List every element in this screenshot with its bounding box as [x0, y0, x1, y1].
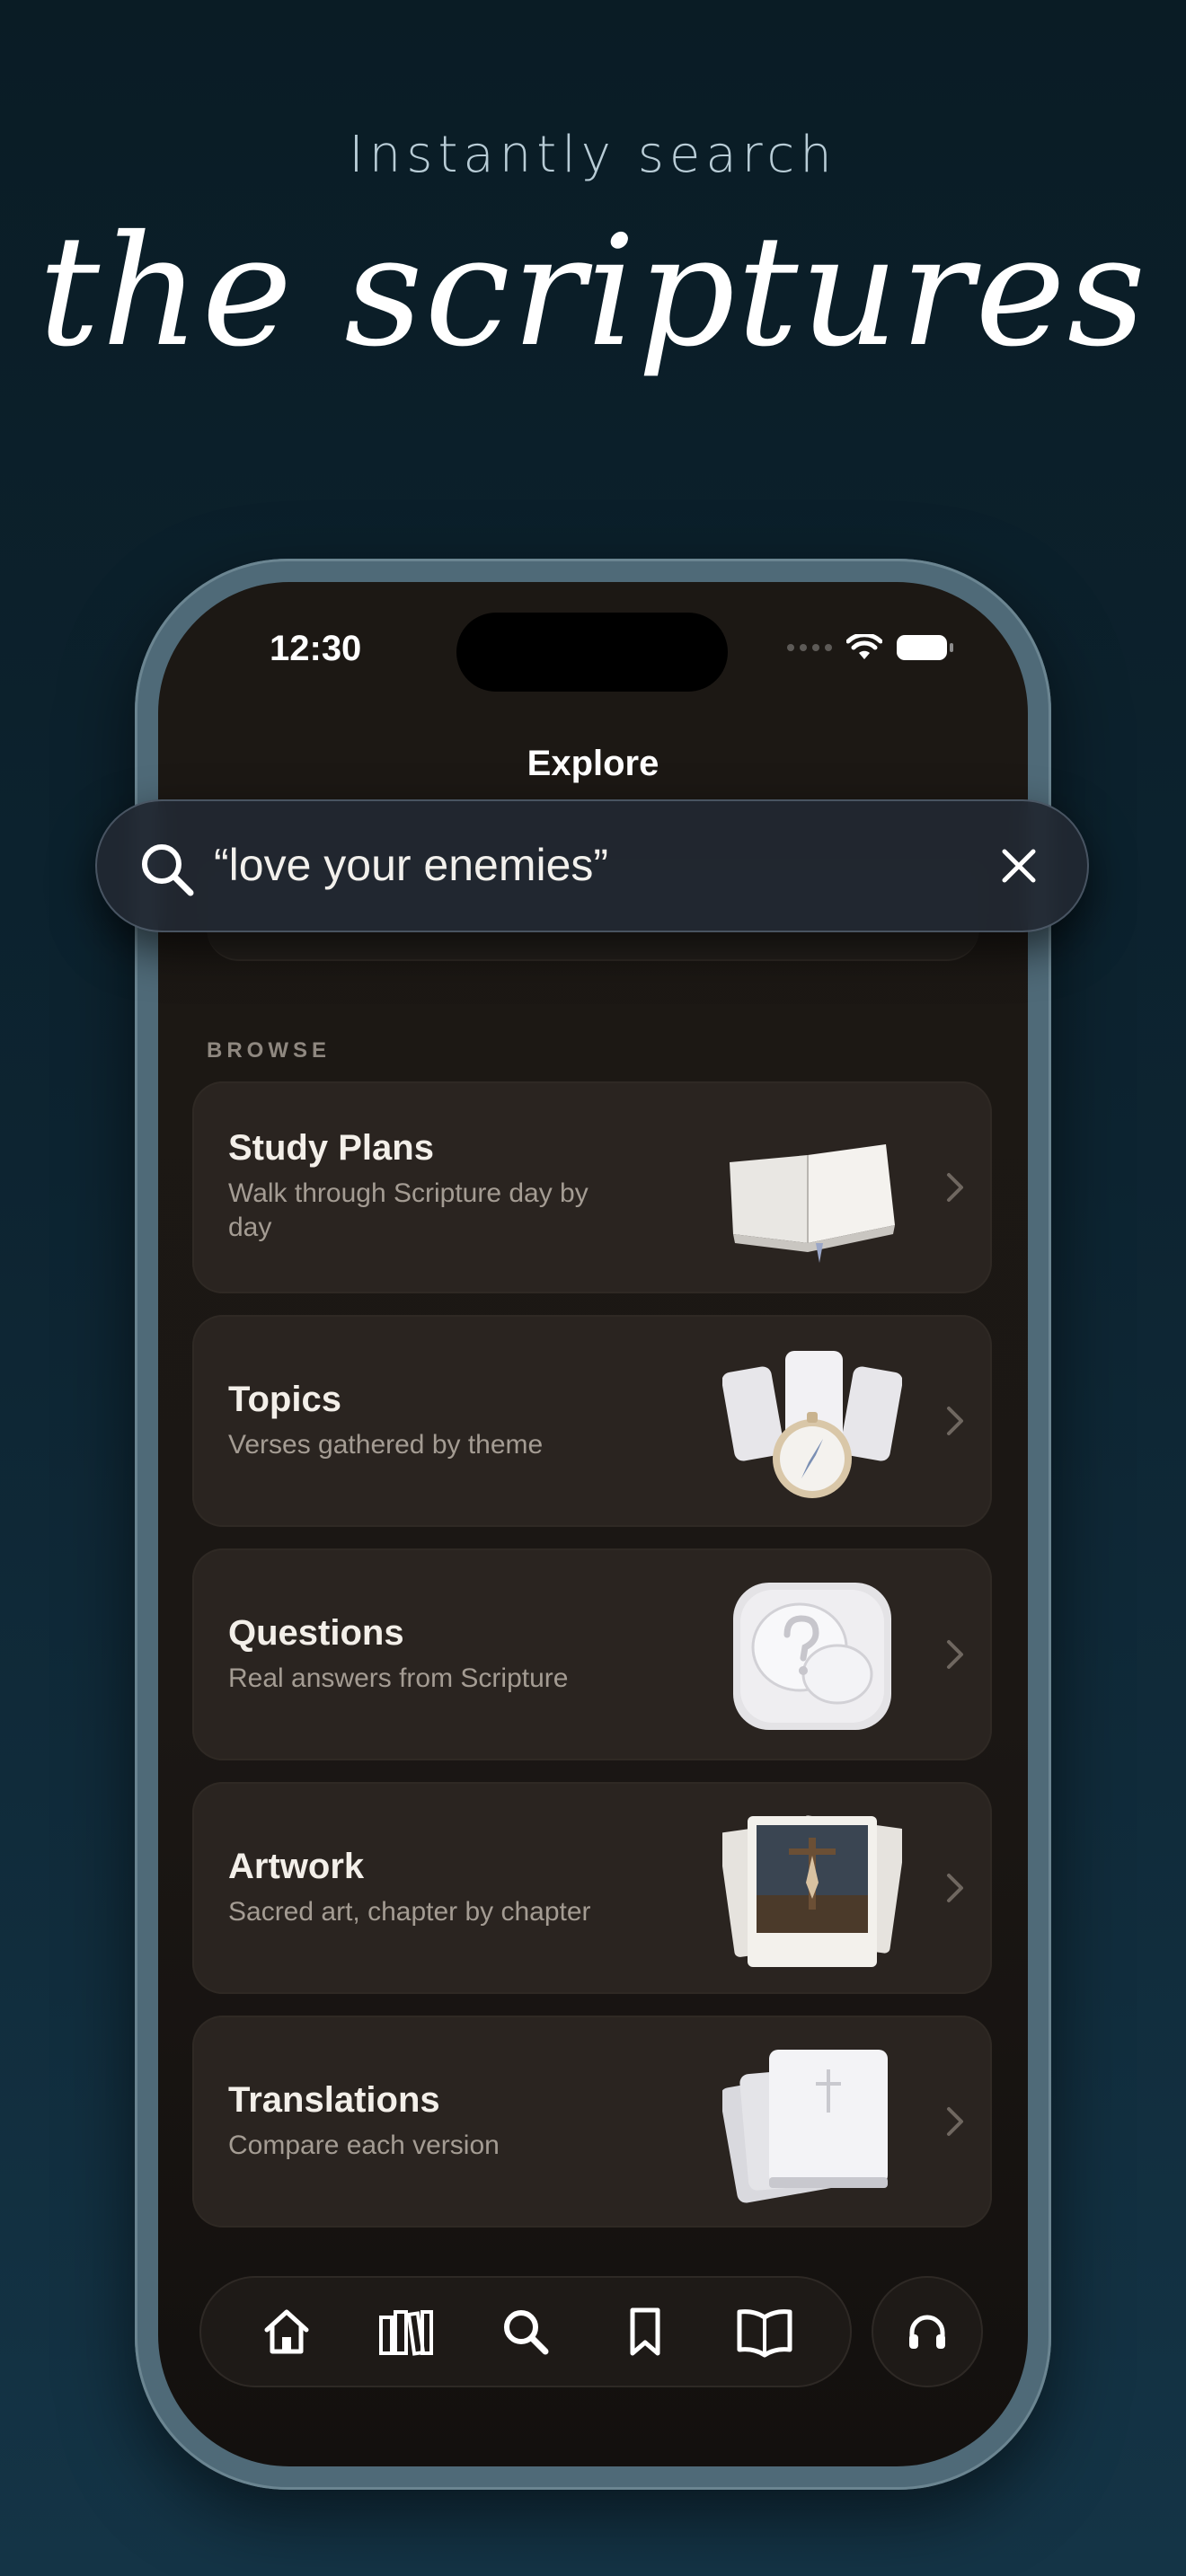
browse-card-topics[interactable]: Topics Verses gathered by theme [192, 1315, 992, 1527]
open-book-icon [730, 1144, 895, 1263]
battery-icon [897, 635, 953, 660]
book-icon [737, 2309, 792, 2358]
status-time: 12:30 [270, 629, 362, 668]
wifi-icon [846, 634, 882, 659]
chevron-right-icon [947, 1640, 963, 1669]
audio-button[interactable] [872, 2276, 983, 2387]
status-icons [787, 634, 953, 661]
page-title: Explore [527, 744, 659, 783]
browse-card-translations[interactable]: Translations Compare each version [192, 2016, 992, 2228]
card-subtitle: Sacred art, chapter by chapter [228, 1897, 591, 1927]
card-title: Study Plans [228, 1128, 434, 1168]
browse-card-artwork[interactable]: Artwork Sacred art, chapter by chapter [192, 1782, 992, 1994]
photo-frames-icon [722, 1815, 902, 1967]
card-subtitle: Real answers from Scripture [228, 1663, 569, 1693]
stacked-bibles-icon [722, 2050, 888, 2203]
search-icon [142, 844, 194, 896]
close-icon[interactable] [999, 846, 1039, 886]
card-subtitle: Walk through Scripture day by day [228, 1178, 589, 1242]
chevron-right-icon [947, 1173, 963, 1202]
card-title: Artwork [228, 1847, 365, 1886]
tab-search[interactable] [497, 2303, 554, 2360]
search-input[interactable] [214, 839, 933, 891]
card-title: Questions [228, 1613, 404, 1653]
dynamic-island [456, 613, 728, 692]
card-title: Topics [228, 1380, 341, 1419]
search-icon [503, 2310, 549, 2355]
tab-home[interactable] [258, 2303, 315, 2360]
cellular-signal-icon [787, 644, 832, 651]
tab-bookmarks[interactable] [616, 2303, 674, 2360]
card-subtitle: Compare each version [228, 2130, 500, 2160]
library-icon [378, 2310, 433, 2356]
tab-library[interactable] [377, 2303, 435, 2360]
chevron-right-icon [947, 2107, 963, 2136]
browse-card-questions[interactable]: Questions Real answers from Scripture [192, 1548, 992, 1760]
home-icon [264, 2309, 309, 2354]
compass-cards-icon [722, 1351, 902, 1498]
chevron-right-icon [947, 1407, 963, 1435]
card-subtitle: Verses gathered by theme [228, 1430, 544, 1460]
section-label-browse: BROWSE [207, 1038, 331, 1063]
question-bubble-icon [733, 1583, 891, 1730]
tab-reader[interactable] [736, 2303, 793, 2360]
bookmark-icon [630, 2307, 660, 2356]
headphones-icon [909, 2315, 945, 2349]
card-title: Translations [228, 2080, 440, 2120]
tab-bar [199, 2276, 852, 2387]
chevron-right-icon [947, 1874, 963, 1902]
headline-subtitle: Instantly search [349, 126, 837, 184]
browse-card-study-plans[interactable]: Study Plans Walk through Scripture day b… [192, 1081, 992, 1293]
headline-title: the scriptures [38, 203, 1148, 381]
search-bar[interactable] [95, 799, 1089, 932]
